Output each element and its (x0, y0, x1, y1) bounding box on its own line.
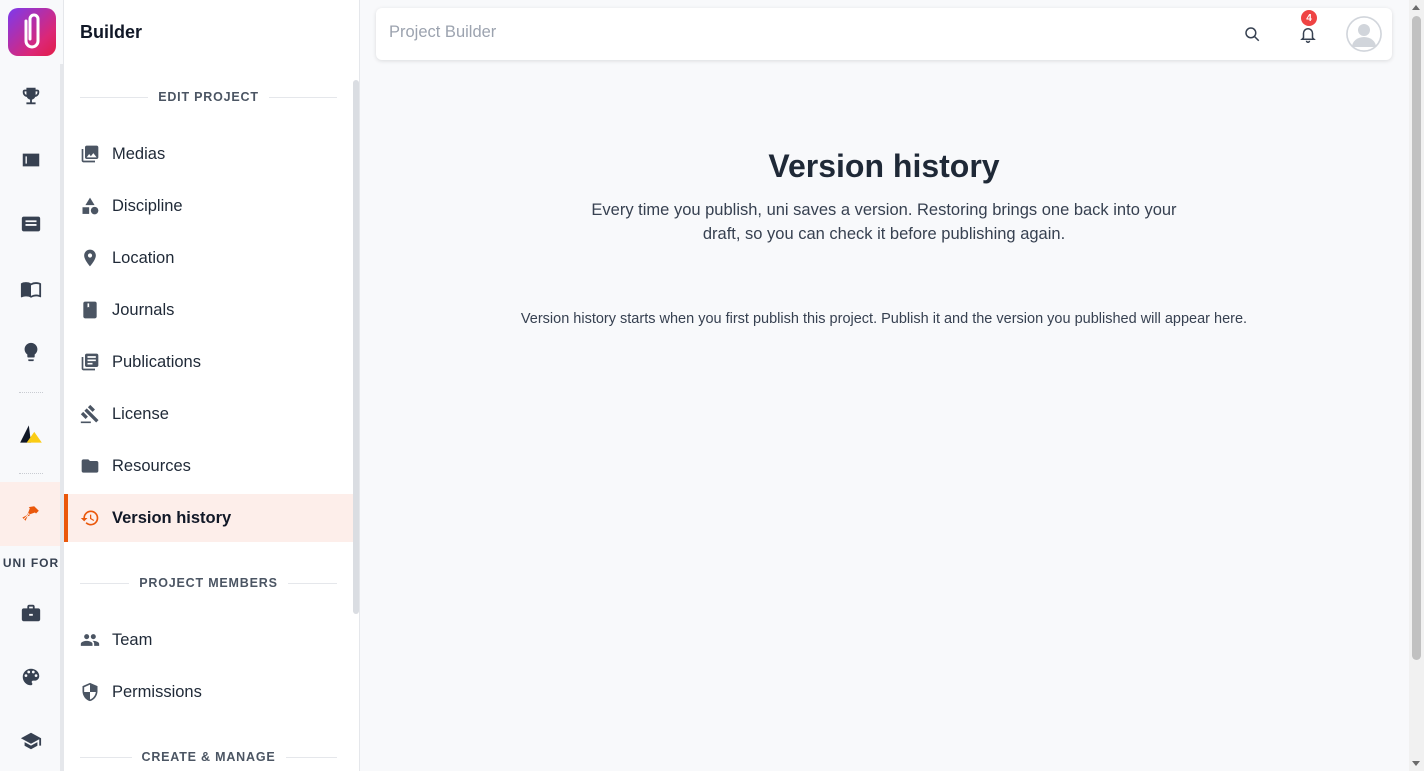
avatar[interactable] (1346, 16, 1382, 52)
version-history-description: Every time you publish, uni saves a vers… (591, 201, 1177, 243)
app-rail: UNI FOR (0, 0, 64, 771)
sidebar-item-resources[interactable]: Resources (64, 442, 353, 490)
book-icon[interactable] (0, 265, 62, 313)
builder-sidebar: Builder EDIT PROJECT Medias Discipline L… (64, 0, 360, 771)
empty-state-message: Version history starts when you first pu… (520, 311, 1248, 327)
lightbulb-icon[interactable] (0, 328, 62, 376)
sidebar-item-location[interactable]: Location (64, 234, 353, 282)
rail-section-label: UNI FOR (2, 556, 60, 570)
section-label: PROJECT MEMBERS (139, 576, 278, 590)
scroll-up-arrow-icon[interactable] (1412, 5, 1420, 10)
sidebar-item-team[interactable]: Team (64, 616, 353, 664)
sidebar-item-label: Resources (112, 456, 191, 475)
search-icon[interactable] (1240, 22, 1264, 46)
graduation-cap-icon[interactable] (0, 717, 62, 765)
trophy-icon[interactable] (0, 72, 62, 120)
scrollbar-thumb[interactable] (1412, 16, 1421, 660)
section-edit-project: EDIT PROJECT (80, 89, 337, 105)
scroll-down-arrow-icon[interactable] (1412, 761, 1420, 766)
briefcase-icon[interactable] (0, 589, 62, 637)
sidebar-item-label: Team (112, 630, 153, 649)
pen-tool-icon[interactable] (0, 482, 62, 546)
gavel-icon (80, 404, 100, 424)
sidebar-item-label: Discipline (112, 196, 183, 215)
page-title: Project Builder (389, 23, 497, 41)
sidebar-item-label: License (112, 404, 169, 423)
folder-icon (80, 456, 100, 476)
sidebar-item-label: Permissions (112, 682, 202, 701)
window-scrollbar[interactable] (1409, 0, 1424, 771)
rail-scrollbar[interactable] (60, 64, 63, 771)
section-project-members: PROJECT MEMBERS (80, 575, 337, 591)
sidebar-item-license[interactable]: License (64, 390, 353, 438)
shapes-icon[interactable] (0, 410, 62, 458)
images-icon (80, 144, 100, 164)
hashtag-card-icon[interactable] (0, 136, 62, 184)
people-icon (80, 630, 100, 650)
section-create-manage: CREATE & MANAGE (80, 749, 337, 765)
journal-icon (80, 300, 100, 320)
sidebar-item-label: Location (112, 248, 175, 267)
sidebar-item-label: Publications (112, 352, 201, 371)
article-icon[interactable] (0, 200, 62, 248)
sidebar-item-medias[interactable]: Medias (64, 130, 353, 178)
top-bar: Project Builder 4 (376, 8, 1392, 60)
notification-badge: 4 (1301, 10, 1317, 26)
sidebar-item-publications[interactable]: Publications (64, 338, 353, 386)
sidebar-item-label: Medias (112, 144, 166, 163)
uni-logo-icon[interactable] (8, 8, 56, 56)
version-history-heading: Version history (768, 148, 1000, 184)
sidebar-item-permissions[interactable]: Permissions (64, 668, 353, 716)
sidebar-item-version-history[interactable]: Version history (64, 494, 353, 542)
section-label: EDIT PROJECT (158, 90, 259, 104)
sidebar-title: Builder (80, 22, 143, 42)
section-label: CREATE & MANAGE (141, 750, 276, 764)
category-icon (80, 196, 100, 216)
pin-icon (80, 248, 100, 268)
sidebar-item-label: Journals (112, 300, 175, 319)
sidebar-item-label: Version history (112, 508, 232, 527)
palette-icon[interactable] (0, 653, 62, 701)
history-icon (80, 508, 100, 528)
sidebar-item-discipline[interactable]: Discipline (64, 182, 353, 230)
sidebar-scrollbar[interactable] (353, 80, 359, 614)
shield-icon (80, 682, 100, 702)
library-icon (80, 352, 100, 372)
sidebar-item-journals[interactable]: Journals (64, 286, 353, 334)
